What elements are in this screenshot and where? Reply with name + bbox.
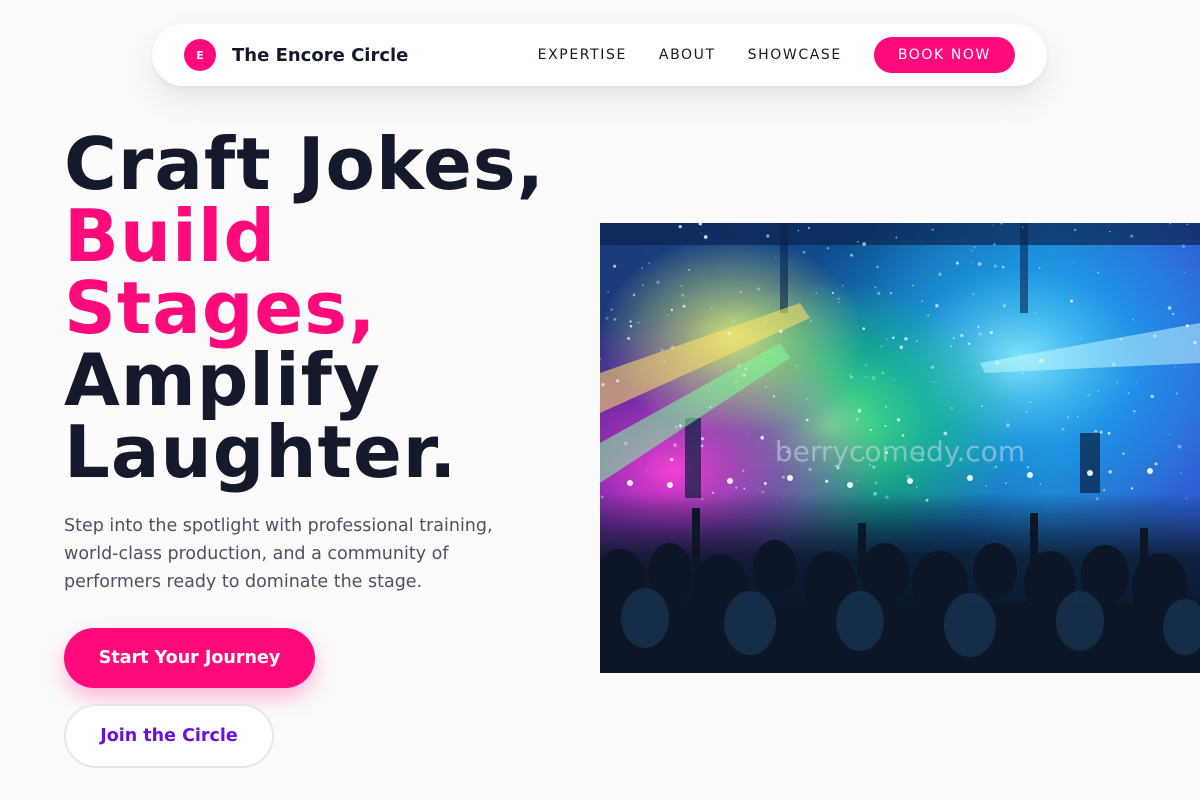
nav-link-expertise[interactable]: EXPERTISE: [538, 47, 627, 63]
top-nav: E The Encore Circle EXPERTISE ABOUT SHOW…: [152, 24, 1047, 86]
brand[interactable]: E The Encore Circle: [184, 39, 408, 71]
hero-title-line: Amplify: [64, 338, 381, 422]
start-journey-button[interactable]: Start Your Journey: [64, 628, 315, 688]
image-watermark: berrycomedy.com: [774, 435, 1026, 468]
hero-description: Step into the spotlight with professiona…: [64, 516, 493, 592]
nav-link-about[interactable]: ABOUT: [659, 47, 716, 63]
landing-page: E The Encore Circle EXPERTISE ABOUT SHOW…: [0, 0, 1200, 800]
brand-name: The Encore Circle: [232, 44, 409, 66]
hero-title-line-accent: Stages,: [64, 266, 377, 350]
nav-link-showcase[interactable]: SHOWCASE: [748, 47, 842, 63]
join-circle-button[interactable]: Join the Circle: [64, 704, 274, 768]
hero-title: Craft Jokes, Build Stages, Amplify Laugh…: [64, 128, 545, 488]
hero-title-line-accent: Build: [64, 194, 277, 278]
hero-image: berrycomedy.com: [600, 223, 1200, 673]
brand-logo: E: [184, 39, 216, 71]
nav-links: EXPERTISE ABOUT SHOWCASE BOOK NOW: [538, 37, 1015, 73]
hero-title-line: Laughter.: [64, 410, 458, 494]
brand-logo-letter: E: [196, 48, 204, 62]
hero-title-line: Craft Jokes,: [64, 122, 545, 206]
book-now-button[interactable]: BOOK NOW: [873, 37, 1015, 73]
